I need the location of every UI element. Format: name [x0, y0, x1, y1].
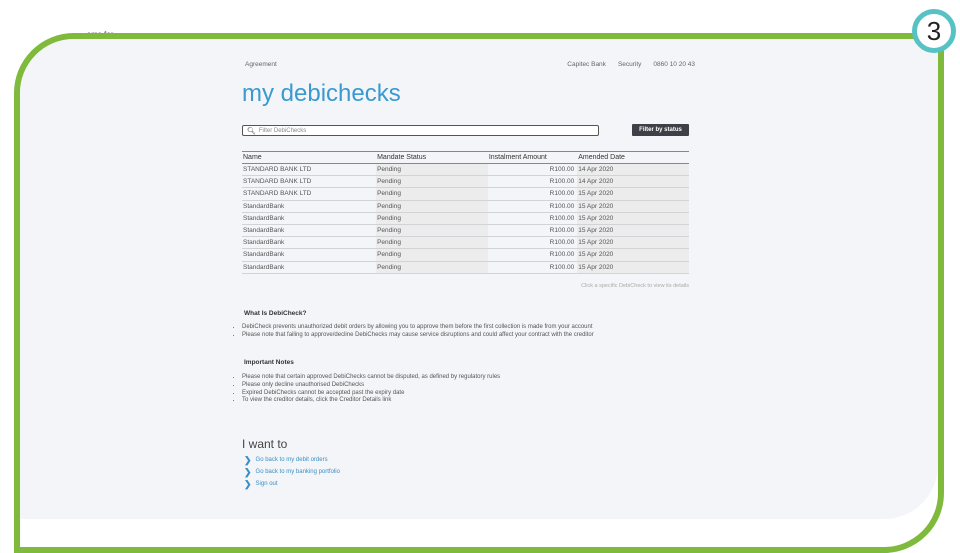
capitec-bank-link[interactable]: Capitec Bank [567, 61, 606, 68]
table-row[interactable]: StandardBank Pending R100.00 15 Apr 2020 [242, 200, 689, 213]
table-row[interactable]: STANDARD BANK LTD Pending R100.00 15 Apr 20… [242, 187, 689, 201]
column-header-date: Amended Date [577, 151, 689, 164]
debichecks-table: Name Mandate Status Instalment Amount Am… [242, 151, 689, 274]
cell-date: 15 Apr 2020 [577, 236, 689, 250]
cell-date: 14 Apr 2020 [577, 175, 689, 189]
cell-status: Pending [376, 175, 488, 189]
cell-name: StandardBank [242, 248, 377, 262]
filter-by-status-button[interactable]: Filter by status [632, 124, 689, 136]
list-item: DebiCheck prevents unauthorized debit or… [242, 324, 594, 332]
important-notes-heading: Important Notes [244, 359, 294, 366]
list-item: Expired DebiChecks cannot be accepted pa… [242, 390, 500, 398]
cell-amount: R100.00 [487, 200, 578, 213]
cell-name: StandardBank [242, 200, 377, 213]
sign-out-link[interactable]: ❯ Sign out [244, 478, 340, 490]
cell-status: Pending [376, 163, 488, 177]
cell-amount: R100.00 [487, 212, 578, 225]
cell-status: Pending [376, 236, 488, 250]
cell-date: 15 Apr 2020 [577, 248, 689, 262]
cell-name: STANDARD BANK LTD [242, 187, 377, 201]
table-row[interactable]: StandardBank Pending R100.00 15 Apr 2020 [242, 236, 689, 250]
cell-name: STANDARD BANK LTD [242, 175, 377, 189]
list-item: Please note that certain approved DebiCh… [242, 374, 500, 382]
i-want-to-heading: I want to [242, 437, 288, 451]
chevron-right-icon: ❯ [244, 454, 252, 465]
table-row[interactable]: StandardBank Pending R100.00 15 Apr 2020 [242, 248, 689, 262]
cell-date: 15 Apr 2020 [577, 224, 689, 238]
cell-status: Pending [376, 212, 488, 225]
security-link[interactable]: Security [618, 61, 641, 68]
cell-amount: R100.00 [487, 261, 578, 274]
cell-amount: R100.00 [487, 175, 578, 189]
what-is-heading: What Is DebiCheck? [244, 310, 307, 317]
table-row[interactable]: StandardBank Pending R100.00 15 Apr 2020 [242, 224, 689, 238]
link-label: Go back to my banking portfolio [255, 469, 340, 475]
cell-status: Pending [376, 200, 488, 213]
cell-status: Pending [376, 224, 488, 238]
link-label: Go back to my debit orders [255, 457, 328, 463]
browser-viewport [20, 39, 938, 519]
search-input[interactable]: 🔍︎ Filter DebiChecks [242, 125, 599, 136]
cell-amount: R100.00 [487, 248, 578, 262]
cell-date: 14 Apr 2020 [577, 163, 689, 177]
back-to-banking-portfolio-link[interactable]: ❯ Go back to my banking portfolio [244, 466, 340, 478]
cell-date: 15 Apr 2020 [577, 200, 689, 213]
cell-date: 15 Apr 2020 [577, 187, 689, 201]
cell-date: 15 Apr 2020 [577, 212, 689, 225]
search-placeholder: Filter DebiChecks [258, 127, 307, 134]
back-to-debit-orders-link[interactable]: ❯ Go back to my debit orders [244, 454, 340, 466]
cell-date: 15 Apr 2020 [577, 261, 689, 274]
cell-amount: R100.00 [487, 187, 578, 201]
column-header-amount: Instalment Amount [487, 151, 578, 164]
chevron-right-icon: ❯ [244, 478, 252, 489]
list-item: Please only decline unauthorised DebiChe… [242, 382, 500, 390]
cell-amount: R100.00 [487, 236, 578, 250]
cell-status: Pending [376, 187, 488, 201]
cell-name: StandardBank [242, 236, 377, 250]
list-item: Please note that failing to approve/decl… [242, 332, 594, 340]
table-hint: Click a specific DebiCheck to view its d… [581, 283, 689, 289]
column-header-status: Mandate Status [376, 151, 488, 164]
table-header-row: Name Mandate Status Instalment Amount Am… [242, 151, 689, 164]
cell-amount: R100.00 [487, 163, 578, 177]
column-header-name: Name [242, 151, 377, 164]
cell-amount: R100.00 [487, 224, 578, 238]
table-row[interactable]: STANDARD BANK LTD Pending R100.00 14 Apr 20… [242, 163, 689, 177]
phone-number: 0860 10 20 43 [653, 61, 695, 68]
cell-name: STANDARD BANK LTD [242, 163, 377, 177]
table-row[interactable]: StandardBank Pending R100.00 15 Apr 2020 [242, 212, 689, 225]
page-title: my debichecks [242, 80, 401, 107]
table-row[interactable]: STANDARD BANK LTD Pending R100.00 14 Apr 20… [242, 175, 689, 189]
what-is-list: DebiCheck prevents unauthorized debit or… [228, 324, 594, 340]
cell-status: Pending [376, 248, 488, 262]
important-notes-list: Please note that certain approved DebiCh… [228, 374, 500, 405]
link-label: Sign out [255, 481, 278, 487]
cell-name: StandardBank [242, 224, 377, 238]
step-badge: 3 [912, 9, 956, 53]
i-want-to-links: ❯ Go back to my debit orders ❯ Go back t… [244, 454, 340, 490]
chevron-right-icon: ❯ [244, 466, 252, 477]
cell-name: StandardBank [242, 261, 377, 274]
list-item: To view the creditor details, click the … [242, 397, 500, 405]
cell-name: StandardBank [242, 212, 377, 225]
search-icon: 🔍︎ [247, 127, 256, 135]
agreement-link[interactable]: Agreement [245, 61, 277, 68]
table-row[interactable]: StandardBank Pending R100.00 15 Apr 2020 [242, 261, 689, 274]
cell-status: Pending [376, 261, 488, 274]
